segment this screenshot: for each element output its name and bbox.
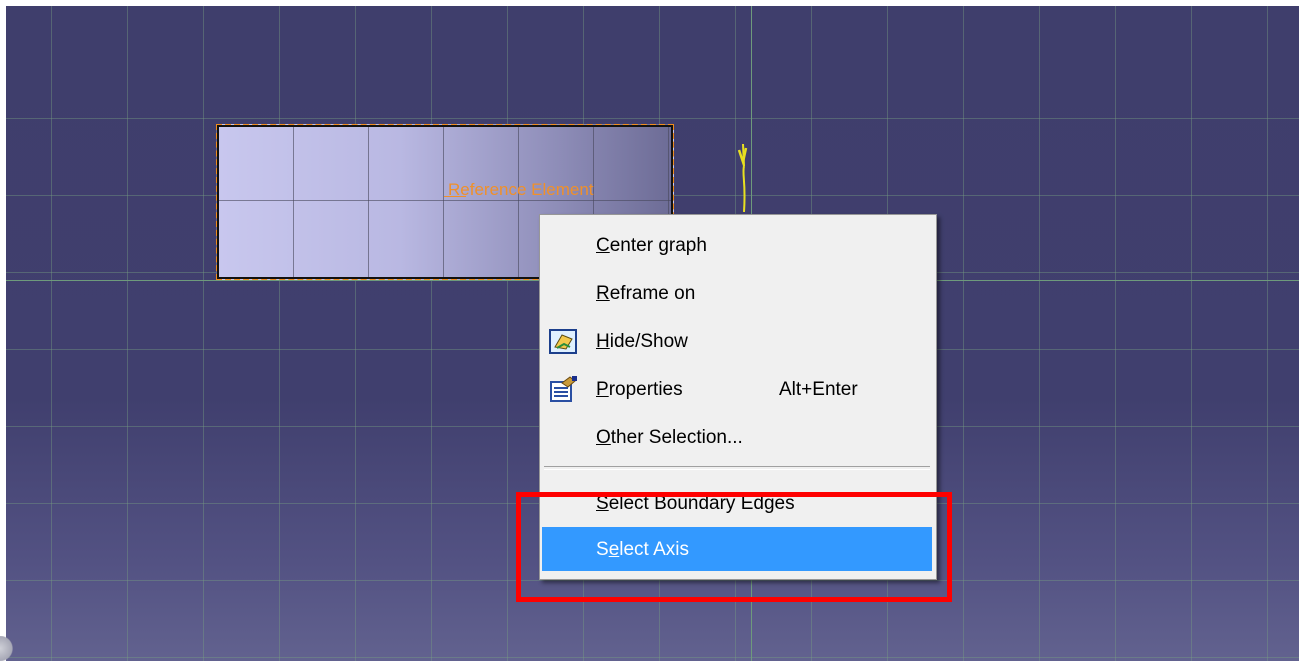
menu-item-shortcut: Alt+Enter: [779, 379, 858, 400]
menu-item-properties[interactable]: Properties Alt+Enter: [542, 367, 932, 411]
annotation-highlight-box: [516, 492, 952, 602]
menu-item-reframe-on[interactable]: Reframe on: [542, 271, 932, 315]
menu-item-center-graph[interactable]: Center graph: [542, 223, 932, 267]
reference-element-label: Reference Element: [448, 180, 594, 199]
menu-item-other-selection[interactable]: Other Selection...: [542, 415, 932, 459]
v-axis-icon[interactable]: [737, 142, 751, 212]
properties-icon: [550, 376, 577, 402]
hide-show-icon: [549, 329, 577, 354]
menu-separator: [544, 466, 930, 470]
menu-item-hide-show[interactable]: Hide/Show: [542, 319, 932, 363]
window-corner-handle: [0, 636, 18, 661]
menu-item-label: Hide/Show: [596, 331, 688, 352]
menu-item-label: Center graph: [596, 235, 707, 256]
menu-item-label: Reframe on: [596, 283, 696, 304]
menu-item-label: Properties: [596, 379, 683, 400]
menu-item-label: Other Selection...: [596, 427, 743, 448]
